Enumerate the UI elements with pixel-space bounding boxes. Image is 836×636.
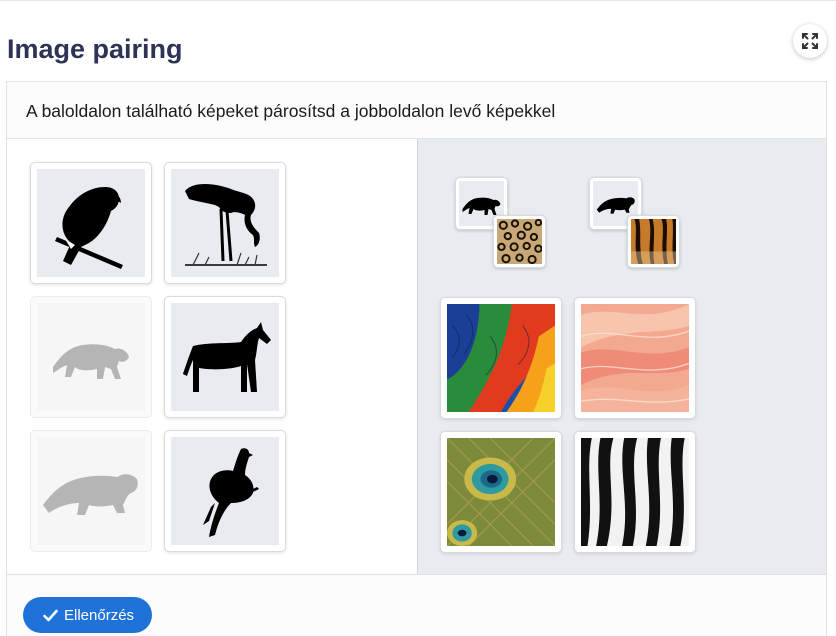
- target-tiger-fur[interactable]: [627, 215, 680, 268]
- peacock-feathers-image: [447, 438, 555, 546]
- tiger-fur-image: [631, 219, 676, 264]
- checkmark-icon: [43, 609, 58, 621]
- card-peacock[interactable]: [164, 430, 286, 552]
- tiger-silhouette-icon: [43, 474, 138, 515]
- flamingo-silhouette-icon: [185, 184, 267, 266]
- target-zebra-stripes[interactable]: [574, 431, 696, 553]
- target-peacock-feathers[interactable]: [440, 431, 562, 553]
- pink-feathers-image: [581, 304, 689, 412]
- top-divider: [0, 0, 836, 1]
- macaw-feathers-image: [447, 304, 555, 412]
- zebra-stripes-image: [581, 438, 689, 546]
- target-leopard-fur[interactable]: [493, 215, 546, 268]
- jaguar-silhouette-icon: [53, 344, 129, 379]
- target-parrot-feathers[interactable]: [440, 297, 562, 419]
- leopard-fur-image: [497, 219, 542, 264]
- page-title: Image pairing: [7, 34, 183, 64]
- parrot-silhouette-icon: [55, 187, 123, 269]
- jaguar-silhouette-icon: [462, 197, 501, 215]
- tiger-silhouette-icon: [596, 196, 635, 214]
- card-parrot[interactable]: [30, 162, 152, 284]
- check-button-label: Ellenőrzés: [64, 606, 135, 624]
- card-jaguar-used[interactable]: [30, 296, 152, 418]
- card-tiger-used[interactable]: [30, 430, 152, 552]
- card-zebra[interactable]: [164, 296, 286, 418]
- footer: Ellenőrzés: [7, 574, 826, 636]
- target-flamingo-feathers[interactable]: [574, 297, 696, 419]
- check-button[interactable]: Ellenőrzés: [23, 597, 153, 633]
- task-instruction: A baloldalon található képeket párosítsd…: [7, 82, 826, 139]
- peacock-silhouette-icon: [203, 448, 259, 537]
- pairing-panel: A baloldalon található képeket párosítsd…: [6, 81, 827, 636]
- expand-icon: [802, 33, 818, 49]
- card-flamingo[interactable]: [164, 162, 286, 284]
- source-area: [7, 139, 417, 574]
- fullscreen-button[interactable]: [793, 24, 827, 58]
- zebra-silhouette-icon: [183, 322, 271, 392]
- target-area: [417, 139, 826, 574]
